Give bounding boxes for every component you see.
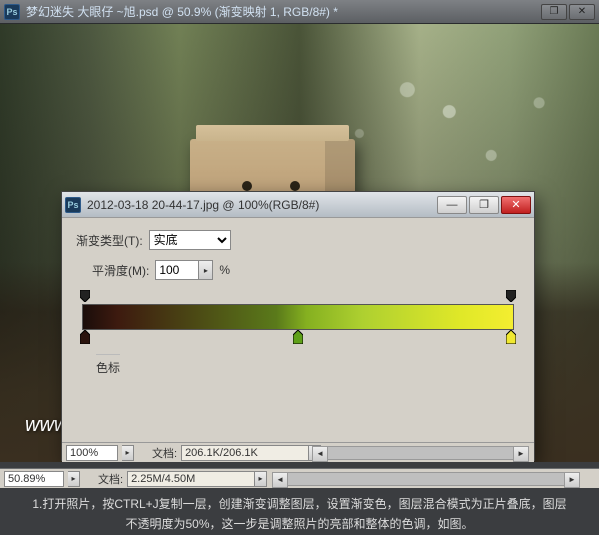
dialog-minimize-button[interactable]: — <box>437 196 467 214</box>
main-status-bar: 50.89% ▸ 文档: 2.25M/4.50M ▸ <box>0 468 599 488</box>
dialog-body: 渐变类型(T): 实底 平滑度(M): ▸ % <box>62 218 534 462</box>
gradient-type-select[interactable]: 实底 <box>149 230 231 250</box>
dialog-titlebar[interactable]: Ps 2012-03-18 20-44-17.jpg @ 100%(RGB/8#… <box>62 192 534 218</box>
smoothness-input[interactable] <box>155 260 199 280</box>
dialog-title: 2012-03-18 20-44-17.jpg @ 100%(RGB/8#) <box>87 198 435 212</box>
inner-horizontal-scrollbar[interactable] <box>325 446 516 460</box>
color-stops-row[interactable] <box>82 330 514 346</box>
window-restore-button[interactable]: ❐ <box>541 4 567 20</box>
color-stop-mid[interactable] <box>293 330 303 342</box>
inner-doc-value: 206.1K/206.1K <box>181 445 309 461</box>
main-titlebar[interactable]: Ps 梦幻迷失 大眼仔 ~旭.psd @ 50.9% (渐变映射 1, RGB/… <box>0 0 599 24</box>
color-stop-right[interactable] <box>506 330 516 342</box>
photoshop-doc-icon: Ps <box>65 197 81 213</box>
gradient-type-row: 渐变类型(T): 实底 <box>76 230 520 250</box>
gradient-preview-area <box>82 290 514 346</box>
gradient-bar[interactable] <box>82 304 514 330</box>
gradient-type-label: 渐变类型(T): <box>76 232 143 249</box>
horizontal-scrollbar[interactable] <box>285 472 567 486</box>
smoothness-label: 平滑度(M): <box>92 262 149 279</box>
canvas-area[interactable]: www.68ps.com Ps 2012-03-18 20-44-17.jpg … <box>0 24 599 462</box>
tutorial-caption: 1.打开照片，按CTRL+J复制一层，创建渐变调整图层，设置渐变色，图层混合模式… <box>0 488 599 533</box>
photoshop-app-icon: Ps <box>4 4 20 20</box>
smoothness-row: 平滑度(M): ▸ % <box>92 260 520 280</box>
window-close-button[interactable]: ✕ <box>569 4 595 20</box>
color-stop-left[interactable] <box>80 330 90 342</box>
inner-zoom-dropdown-icon[interactable]: ▸ <box>122 445 134 461</box>
dialog-maximize-button[interactable]: ❐ <box>469 196 499 214</box>
gradient-editor-dialog[interactable]: Ps 2012-03-18 20-44-17.jpg @ 100%(RGB/8#… <box>61 191 535 461</box>
inner-zoom-input[interactable]: 100% <box>66 445 118 461</box>
doc-menu-icon[interactable]: ▸ <box>255 471 267 487</box>
percent-label: % <box>219 263 230 277</box>
opacity-stops-row[interactable] <box>82 290 514 304</box>
inner-doc-label: 文档: <box>152 445 177 461</box>
zoom-input[interactable]: 50.89% <box>4 471 64 487</box>
stops-section-label: 色标 <box>96 354 120 376</box>
zoom-dropdown-icon[interactable]: ▸ <box>68 471 80 487</box>
opacity-stop-left[interactable] <box>80 290 90 302</box>
smoothness-stepper[interactable]: ▸ <box>199 260 213 280</box>
dialog-close-button[interactable]: ✕ <box>501 196 531 214</box>
document-title: 梦幻迷失 大眼仔 ~旭.psd @ 50.9% (渐变映射 1, RGB/8#)… <box>26 3 541 20</box>
photo-subject-lid <box>196 125 349 141</box>
inner-status-bar: 100% ▸ 文档: 206.1K/206.1K ▸ <box>62 442 534 462</box>
doc-label: 文档: <box>98 471 123 487</box>
doc-value: 2.25M/4.50M <box>127 471 255 487</box>
photoshop-window: Ps 梦幻迷失 大眼仔 ~旭.psd @ 50.9% (渐变映射 1, RGB/… <box>0 0 599 533</box>
opacity-stop-right[interactable] <box>506 290 516 302</box>
